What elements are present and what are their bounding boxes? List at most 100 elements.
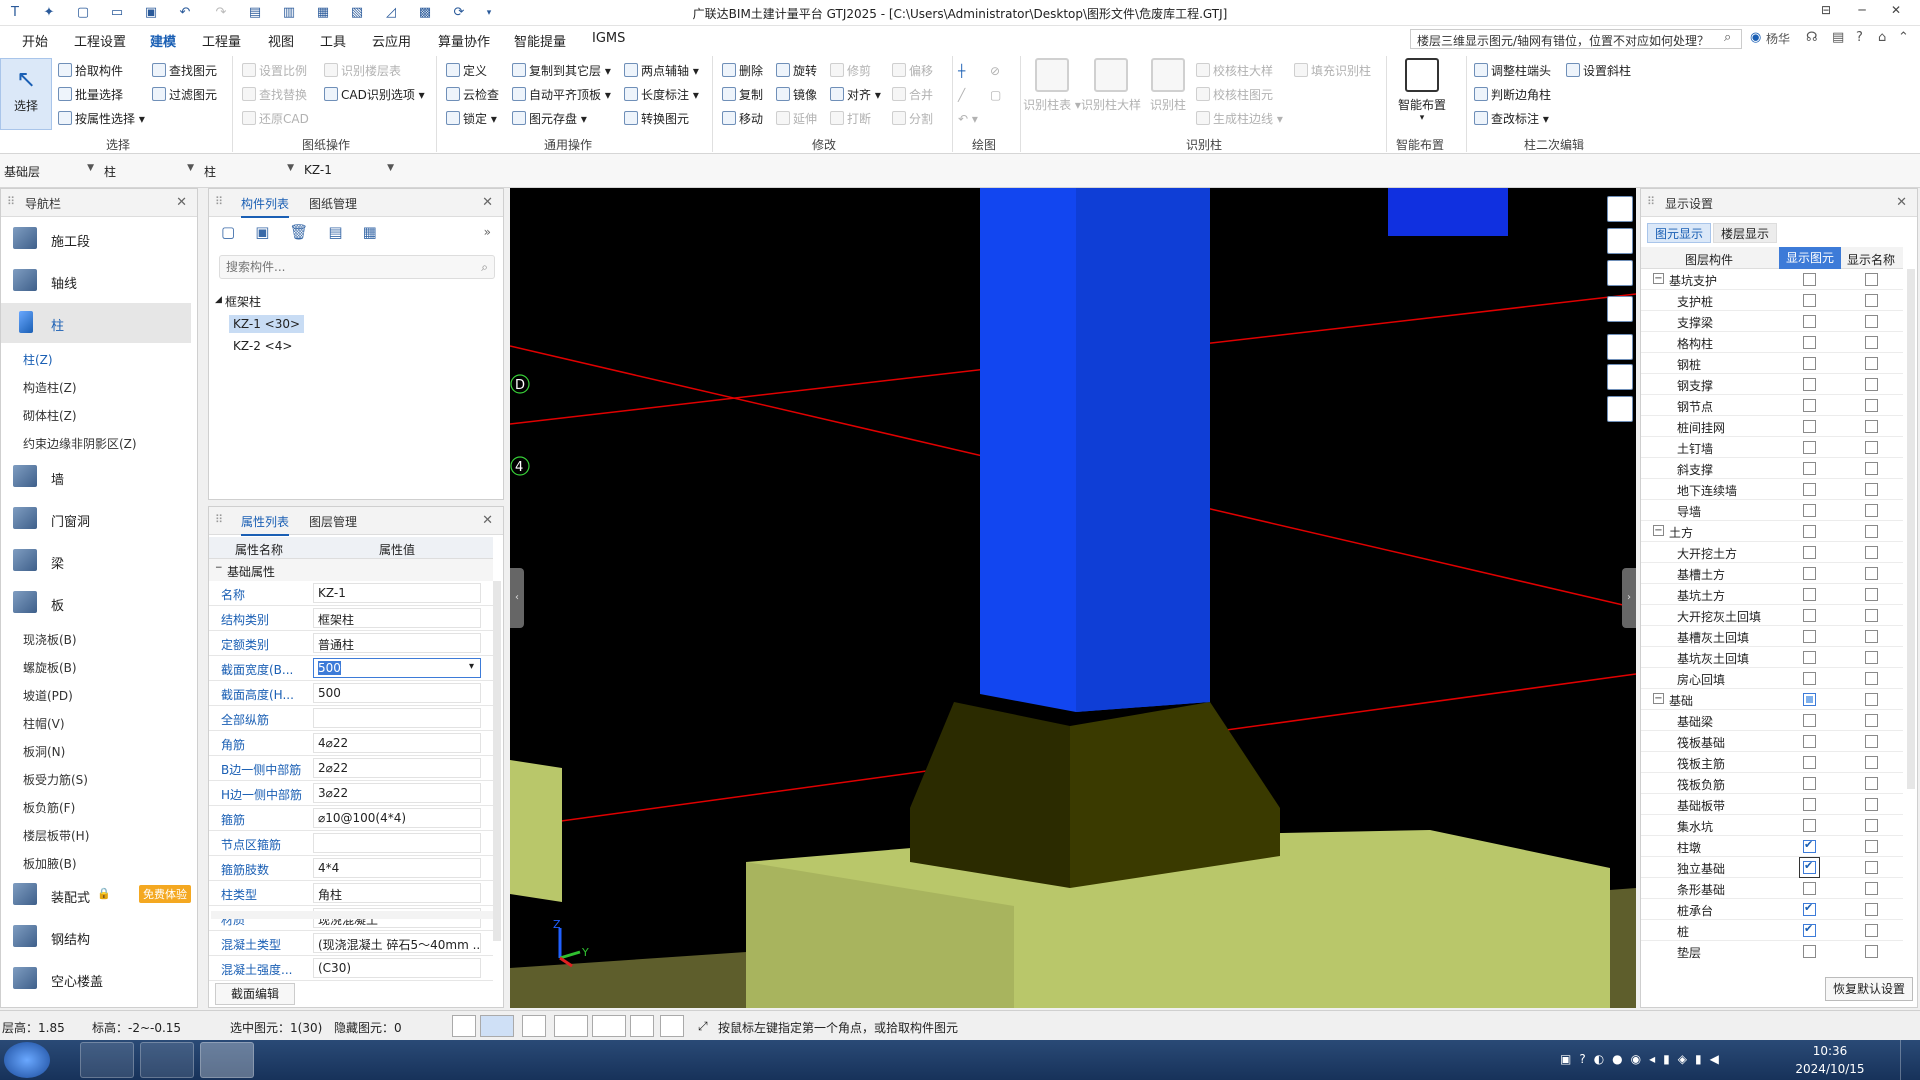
taskbar-gtj-icon[interactable]: [200, 1042, 254, 1078]
batch-select-button[interactable]: 批量选择: [58, 86, 123, 104]
show-element-checkbox[interactable]: [1799, 857, 1820, 878]
display-row[interactable]: 柱墩: [1641, 836, 1903, 857]
display-row[interactable]: 基础板带: [1641, 794, 1903, 815]
recognize-floor-table-button[interactable]: 识别楼层表: [324, 62, 401, 80]
display-row[interactable]: 筏板基础: [1641, 731, 1903, 752]
show-name-checkbox[interactable]: [1865, 840, 1878, 853]
collapse-toggle-icon[interactable]: −: [1653, 693, 1664, 704]
help-search-box[interactable]: 楼层三维显示图元/轴网有错位，位置不对应如何处理？: [1410, 29, 1742, 49]
restore-cad-button[interactable]: 还原CAD: [242, 110, 309, 128]
start-button[interactable]: [4, 1042, 50, 1078]
display-row[interactable]: 独立基础: [1641, 857, 1903, 878]
display-row[interactable]: 土钉墙: [1641, 437, 1903, 458]
menu-start[interactable]: 开始: [22, 31, 48, 50]
view-dynamic-observe-icon[interactable]: [1607, 196, 1633, 222]
show-name-checkbox[interactable]: [1865, 273, 1878, 286]
property-row[interactable]: 柱类型 角柱: [209, 881, 493, 906]
display-row[interactable]: 房心回填: [1641, 668, 1903, 689]
show-element-checkbox[interactable]: [1803, 336, 1816, 349]
element-save-button[interactable]: 图元存盘 ▾: [512, 110, 587, 128]
property-value[interactable]: 4*4: [313, 858, 481, 878]
menu-smart-extract[interactable]: 智能提量: [514, 31, 566, 50]
recognize-column-table-button[interactable]: 识别柱表 ▾: [1022, 58, 1082, 113]
component-select[interactable]: KZ-1 ▼: [300, 161, 398, 181]
show-element-checkbox[interactable]: [1803, 294, 1816, 307]
align-button[interactable]: 对齐 ▾: [830, 86, 881, 104]
property-row[interactable]: 名称 KZ-1: [209, 581, 493, 606]
floor-select[interactable]: 基础层 ▼: [0, 161, 98, 181]
show-name-checkbox[interactable]: [1865, 441, 1878, 454]
nav-sub-slab-neg-rebar[interactable]: 板负筋(F): [23, 799, 75, 816]
show-element-checkbox[interactable]: [1803, 798, 1816, 811]
show-name-checkbox[interactable]: [1865, 714, 1878, 727]
mirror-button[interactable]: 镜像: [776, 86, 817, 104]
show-element-checkbox[interactable]: [1803, 567, 1816, 580]
property-row[interactable]: B边一侧中部筋 2⌀22: [209, 756, 493, 781]
show-name-checkbox[interactable]: [1865, 861, 1878, 874]
show-name-checkbox[interactable]: [1865, 777, 1878, 790]
property-scrollbar[interactable]: [493, 581, 501, 941]
property-row[interactable]: 结构类别 框架柱: [209, 606, 493, 631]
property-row[interactable]: 节点区箍筋: [209, 831, 493, 856]
property-value[interactable]: [313, 708, 481, 728]
collapse-left-handle[interactable]: ‹: [510, 568, 524, 628]
show-element-checkbox[interactable]: [1803, 672, 1816, 685]
property-value[interactable]: 2⌀22: [313, 758, 481, 778]
import-icon[interactable]: ▦: [363, 223, 397, 241]
help-icon[interactable]: ?: [1856, 30, 1863, 45]
recognize-column-detail-button[interactable]: 识别柱大样: [1080, 58, 1142, 113]
ortho-toggle-icon[interactable]: [452, 1015, 476, 1037]
property-value[interactable]: [313, 833, 481, 853]
delete-button[interactable]: 删除: [722, 62, 763, 80]
convert-element-button[interactable]: 转换图元: [624, 110, 689, 128]
copy-to-other-floor-button[interactable]: 复制到其它层 ▾: [512, 62, 611, 80]
show-name-checkbox[interactable]: [1865, 798, 1878, 811]
set-inclined-column-button[interactable]: 设置斜柱: [1566, 62, 1631, 80]
display-row[interactable]: 钢节点: [1641, 395, 1903, 416]
show-name-checkbox[interactable]: [1865, 924, 1878, 937]
break-button[interactable]: 打断: [830, 110, 871, 128]
view-fullscreen-icon[interactable]: [1607, 334, 1633, 360]
split-button[interactable]: 分割: [892, 110, 933, 128]
length-dimension-button[interactable]: 长度标注 ▾: [624, 86, 699, 104]
property-value[interactable]: ⌀10@100(4*4): [313, 808, 481, 828]
show-element-checkbox[interactable]: [1803, 525, 1816, 538]
nav-sub-column-cap[interactable]: 柱帽(V): [23, 715, 65, 732]
display-row[interactable]: 桩: [1641, 920, 1903, 941]
nav-category-beam[interactable]: 梁: [1, 541, 191, 581]
tab-layer-management[interactable]: 图层管理: [309, 513, 357, 530]
nav-category-column[interactable]: 柱: [1, 303, 191, 343]
nav-category-construction-section[interactable]: 施工段: [1, 219, 191, 259]
view-cube-icon[interactable]: [1607, 296, 1633, 322]
display-row[interactable]: 筏板主筋: [1641, 752, 1903, 773]
expand-toggle-icon[interactable]: ◢: [215, 295, 222, 305]
show-element-checkbox[interactable]: [1803, 838, 1816, 853]
menu-view[interactable]: 视图: [268, 31, 294, 50]
collapse-right-handle[interactable]: ›: [1622, 568, 1636, 628]
show-name-checkbox[interactable]: [1865, 357, 1878, 370]
nav-sub-column[interactable]: 柱(Z): [23, 351, 53, 368]
taskbar-browser-icon[interactable]: [140, 1042, 194, 1078]
lock-button[interactable]: 锁定 ▾: [446, 110, 497, 128]
close-icon[interactable]: ✕: [176, 195, 187, 210]
trial-badge[interactable]: 免费体验: [139, 885, 191, 903]
select-by-property-button[interactable]: 按属性选择 ▾: [58, 110, 145, 128]
check-label-button[interactable]: 查改标注 ▾: [1474, 110, 1549, 128]
show-name-checkbox[interactable]: [1865, 672, 1878, 685]
display-row[interactable]: 垫层: [1641, 941, 1903, 959]
show-name-checkbox[interactable]: [1865, 819, 1878, 832]
type-select[interactable]: 柱 ▼: [200, 161, 298, 181]
property-row[interactable]: 定额类别 普通柱: [209, 631, 493, 656]
close-button[interactable]: ✕: [1884, 3, 1908, 23]
property-value[interactable]: 普通柱: [313, 633, 481, 653]
property-value[interactable]: KZ-1: [313, 583, 481, 603]
draw-arc-button[interactable]: ↶ ▾: [958, 110, 978, 128]
nav-sub-masonry-column[interactable]: 砌体柱(Z): [23, 407, 77, 424]
property-value[interactable]: 4⌀22: [313, 733, 481, 753]
nav-sub-cast-slab[interactable]: 现浇板(B): [23, 631, 77, 648]
select-button[interactable]: ↖ 选择: [0, 58, 52, 130]
tab-component-list[interactable]: 构件列表: [241, 195, 290, 218]
check-column-detail-button[interactable]: 校核柱大样: [1196, 62, 1273, 80]
show-element-checkbox[interactable]: [1803, 945, 1816, 958]
rotate-button[interactable]: 旋转: [776, 62, 817, 80]
